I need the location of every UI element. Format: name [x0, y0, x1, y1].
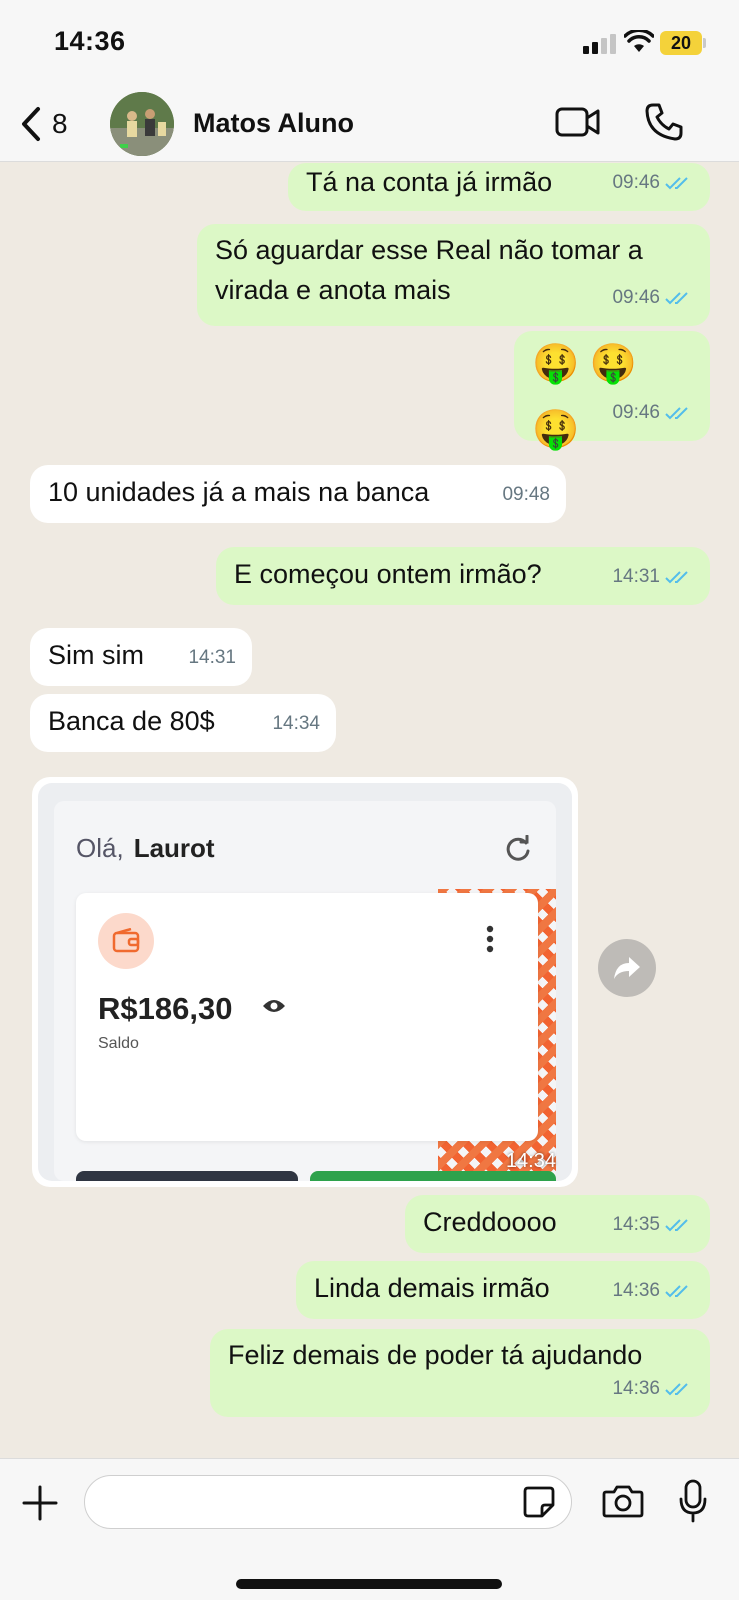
- message-time: 09:48: [502, 484, 550, 505]
- message-text: 10 unidades já a mais na banca: [48, 477, 430, 507]
- message-time: 14:36: [612, 1280, 660, 1301]
- message-bubble-incoming[interactable]: 10 unidades já a mais na banca 09:48: [30, 465, 566, 523]
- image-time: 14:34: [505, 1150, 556, 1172]
- microphone-button[interactable]: [678, 1479, 708, 1528]
- plus-icon: [22, 1485, 58, 1521]
- camera-button[interactable]: [602, 1483, 644, 1524]
- read-ticks-icon: [665, 1219, 688, 1232]
- message-time: 14:34: [272, 713, 320, 734]
- message-bubble-outgoing[interactable]: 🤑 🤑 🤑 09:46: [514, 331, 710, 451]
- avatar-photo: [110, 92, 174, 156]
- phone-icon: [645, 103, 683, 141]
- message-time: 14:31: [188, 647, 236, 668]
- message-time: 09:46: [612, 287, 660, 308]
- wallet-icon: [98, 913, 154, 969]
- balance-amount: R$186,30: [98, 991, 233, 1026]
- voice-call-button[interactable]: [644, 102, 684, 147]
- forward-button[interactable]: [598, 939, 656, 997]
- sticker-icon: [523, 1486, 555, 1518]
- image-thumbnail[interactable]: Olá, Laurot R$186,30 Saldo 14:34: [38, 783, 572, 1181]
- read-ticks-icon: [665, 1383, 688, 1396]
- message-bubble-incoming[interactable]: Banca de 80$ 14:34: [30, 694, 336, 752]
- image-message[interactable]: Olá, Laurot R$186,30 Saldo 14:34: [32, 777, 578, 1187]
- chat-header: 8 Matos Aluno: [0, 90, 739, 162]
- refresh-icon: [506, 835, 530, 861]
- greeting-text: Olá,: [76, 833, 124, 863]
- greeting-user: Laurot: [133, 833, 215, 863]
- video-camera-icon: [555, 107, 600, 137]
- message-meta: 09:46: [612, 278, 694, 318]
- message-meta: 14:36: [612, 1369, 694, 1409]
- message-bubble-outgoing[interactable]: Linda demais irmão 14:36: [296, 1261, 710, 1319]
- message-bubble-outgoing[interactable]: Tá na conta já irmão 09:46: [288, 163, 710, 211]
- message-time: 14:35: [612, 1214, 660, 1235]
- balance-card: R$186,30 Saldo: [76, 893, 538, 1141]
- message-time: 14:31: [612, 566, 660, 587]
- read-ticks-icon: [665, 177, 688, 190]
- message-input[interactable]: [84, 1475, 572, 1529]
- battery-tip: [703, 38, 706, 48]
- camera-icon: [602, 1485, 644, 1518]
- message-bubble-outgoing[interactable]: Creddoooo 14:35: [405, 1195, 710, 1253]
- battery-indicator: 20: [660, 31, 702, 55]
- video-call-button[interactable]: [554, 104, 602, 145]
- status-time: 14:36: [54, 26, 126, 56]
- message-meta: 14:34: [272, 704, 320, 744]
- message-meta: 14:31: [612, 557, 694, 597]
- message-bubble-incoming[interactable]: Sim sim 14:31: [30, 628, 252, 686]
- status-bar: 14:36 20: [0, 0, 739, 90]
- eye-icon: [263, 1000, 285, 1012]
- forward-arrow-icon: [614, 957, 640, 979]
- read-ticks-icon: [665, 407, 688, 420]
- kebab-menu-icon: [486, 925, 494, 953]
- message-meta: 09:48: [502, 475, 550, 515]
- read-ticks-icon: [665, 292, 688, 305]
- chevron-left-icon: [22, 107, 40, 141]
- message-bubble-outgoing[interactable]: E começou ontem irmão? 14:31: [216, 547, 710, 605]
- wifi-icon: [624, 30, 654, 52]
- sticker-button[interactable]: [522, 1485, 556, 1524]
- message-list[interactable]: Tá na conta já irmão 09:46 Só aguardar e…: [0, 163, 739, 1458]
- attach-button[interactable]: [22, 1485, 58, 1526]
- message-meta: 14:31: [188, 638, 236, 678]
- composer-bar: [0, 1458, 739, 1600]
- message-bubble-outgoing[interactable]: Só aguardar esse Real não tomar a virada…: [197, 224, 710, 326]
- message-meta: 14:36: [612, 1271, 694, 1311]
- contact-name[interactable]: Matos Aluno: [193, 108, 354, 139]
- message-time: 14:36: [612, 1378, 660, 1399]
- home-indicator: [236, 1579, 502, 1589]
- read-ticks-icon: [665, 1285, 688, 1298]
- message-meta: 09:46: [612, 163, 694, 203]
- message-meta: 14:35: [612, 1205, 694, 1245]
- read-ticks-icon: [665, 571, 688, 584]
- microphone-icon: [679, 1479, 707, 1523]
- greeting: Olá, Laurot: [76, 833, 215, 864]
- cellular-signal-icon: [583, 34, 619, 54]
- balance-label: Saldo: [98, 1035, 139, 1052]
- message-bubble-outgoing[interactable]: Feliz demais de poder tá ajudando 14:36: [210, 1329, 710, 1417]
- avatar[interactable]: [110, 92, 174, 156]
- unread-count: 8: [52, 108, 68, 139]
- message-time: 09:46: [612, 172, 660, 193]
- message-meta: 09:46: [612, 393, 694, 433]
- dark-button-preview: [76, 1171, 298, 1181]
- back-button[interactable]: 8: [20, 104, 68, 144]
- message-time: 09:46: [612, 402, 660, 423]
